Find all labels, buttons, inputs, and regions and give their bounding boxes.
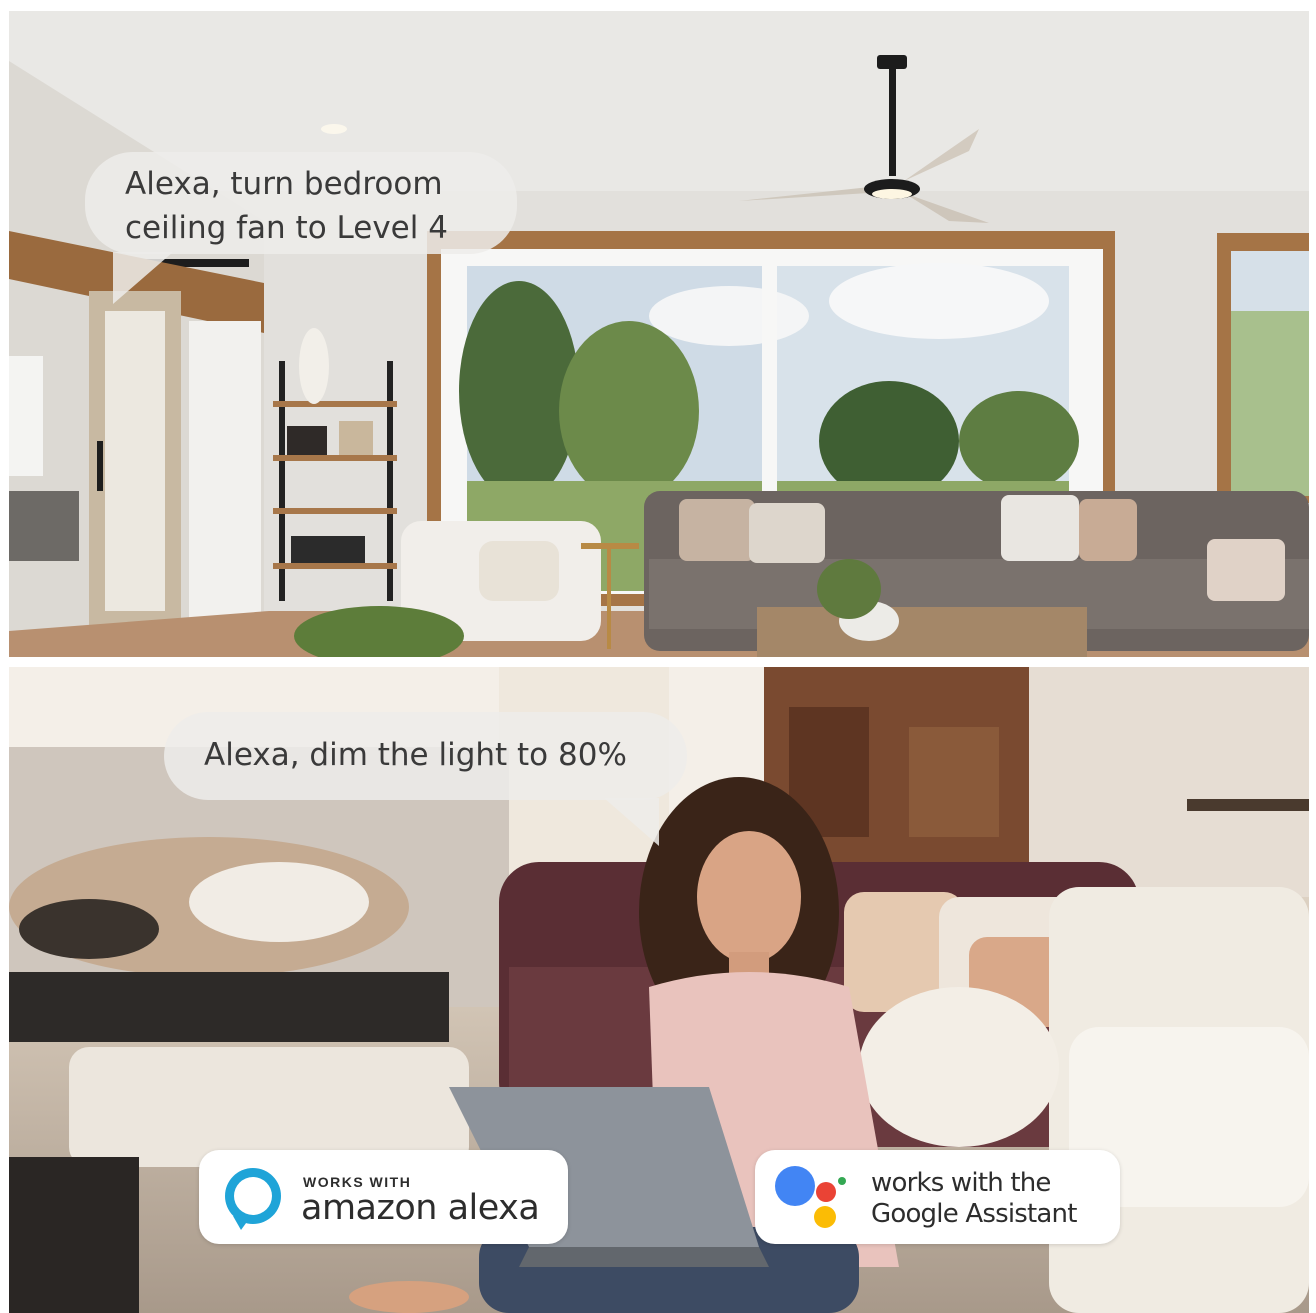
- alexa-ring-icon: [225, 1168, 281, 1230]
- speech-line-1: Alexa, turn bedroom: [125, 166, 443, 202]
- speech-bubble-light: Alexa, dim the light to 80%: [164, 712, 687, 846]
- google-line-1: works with the: [871, 1168, 1051, 1198]
- living-room-scene: [9, 11, 1309, 657]
- living-room-photo: Alexa, turn bedroom ceiling fan to Level…: [9, 11, 1309, 657]
- speech-bubble-tail: [604, 798, 659, 846]
- speech-line-2: ceiling fan to Level 4: [125, 210, 448, 246]
- works-with-google-badge: works with the Google Assistant: [755, 1150, 1120, 1244]
- speech-text: Alexa, dim the light to 80%: [204, 737, 627, 773]
- speech-bubble-fan: Alexa, turn bedroom ceiling fan to Level…: [85, 152, 517, 304]
- google-line-2: Google Assistant: [871, 1199, 1077, 1229]
- works-with-alexa-badge: WORKS WITH amazon alexa: [199, 1150, 568, 1244]
- speech-bubble-tail: [113, 252, 173, 304]
- alexa-big-label: amazon alexa: [301, 1188, 540, 1228]
- google-assistant-icon: [775, 1166, 846, 1228]
